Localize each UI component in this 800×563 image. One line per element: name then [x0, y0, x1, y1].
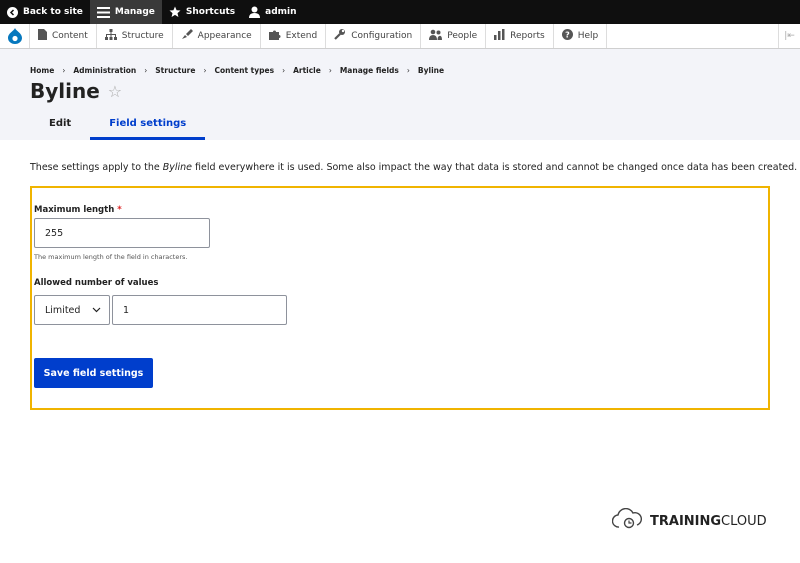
tray-item-label: Appearance: [197, 31, 252, 41]
max-length-label: Maximum length *: [34, 205, 122, 215]
brand-text-bold: TRAINING: [650, 513, 722, 529]
tray-item-content[interactable]: Content: [30, 24, 97, 48]
tab-edit[interactable]: Edit: [30, 118, 90, 140]
manage-tab[interactable]: Manage: [89, 0, 162, 24]
back-to-site-link[interactable]: Back to site: [0, 0, 90, 24]
brush-icon: [181, 29, 193, 43]
intro-text-end: field everywhere it is used. Some also i…: [192, 162, 798, 173]
breadcrumb: Home › Administration › Structure › Cont…: [30, 66, 444, 75]
bar-chart-icon: [494, 29, 505, 43]
page-header: Home › Administration › Structure › Cont…: [0, 49, 800, 140]
user-tab[interactable]: admin: [242, 0, 303, 24]
shortcut-star-icon[interactable]: ☆: [108, 82, 122, 101]
tray-item-appearance[interactable]: Appearance: [173, 24, 261, 48]
tab-field-settings[interactable]: Field settings: [90, 118, 206, 140]
breadcrumb-item[interactable]: Manage fields: [340, 66, 399, 75]
tray-spacer: [607, 24, 778, 48]
breadcrumb-separator: ›: [328, 66, 332, 75]
document-icon: [38, 29, 47, 43]
breadcrumb-separator: ›: [406, 66, 410, 75]
wrench-icon: [334, 29, 346, 43]
intro-field-name: Byline: [162, 162, 193, 173]
cardinality-label: Allowed number of values: [34, 278, 159, 288]
star-icon: [169, 6, 181, 18]
chevron-down-icon: [92, 305, 101, 316]
breadcrumb-item[interactable]: Content types: [214, 66, 274, 75]
shortcuts-tab[interactable]: Shortcuts: [162, 0, 242, 24]
field-settings-form: Maximum length * 255 The maximum length …: [30, 186, 770, 410]
tray-item-label: Extend: [285, 31, 318, 41]
page-title: Byline: [30, 79, 100, 103]
people-icon: [429, 29, 443, 43]
tray-item-label: Configuration: [351, 31, 413, 41]
collapse-tray-icon[interactable]: |⇤: [778, 24, 800, 48]
tray-item-extend[interactable]: Extend: [261, 24, 327, 48]
svg-text:?: ?: [565, 31, 570, 40]
sitemap-icon: [104, 29, 117, 43]
max-length-description: The maximum length of the field in chara…: [34, 253, 188, 261]
tray-item-reports[interactable]: Reports: [486, 24, 554, 48]
admin-toolbar: Back to site Manage Shortcuts admin: [0, 0, 800, 24]
help-icon: ?: [561, 29, 573, 43]
breadcrumb-item[interactable]: Structure: [155, 66, 195, 75]
drupal-logo-icon[interactable]: [0, 24, 30, 48]
shortcuts-label: Shortcuts: [185, 7, 236, 17]
tray-item-label: Help: [577, 31, 599, 41]
breadcrumb-item[interactable]: Home: [30, 66, 54, 75]
breadcrumb-separator: ›: [282, 66, 286, 75]
intro-text: These settings apply to the Byline field…: [30, 162, 797, 173]
back-arrow-icon: [7, 6, 18, 18]
tray-item-label: Structure: [121, 31, 164, 41]
cardinality-select-value: Limited: [45, 304, 81, 316]
cardinality-number-input[interactable]: 1: [112, 295, 287, 325]
required-marker: *: [117, 205, 122, 215]
user-label: admin: [265, 7, 297, 17]
tray-item-configuration[interactable]: Configuration: [326, 24, 422, 48]
max-length-label-text: Maximum length: [34, 205, 115, 215]
breadcrumb-item[interactable]: Administration: [73, 66, 136, 75]
cloud-icon: [611, 507, 643, 534]
breadcrumb-item-current: Byline: [417, 66, 445, 75]
tray-item-structure[interactable]: Structure: [97, 24, 173, 48]
tray-item-label: People: [447, 31, 478, 41]
breadcrumb-separator: ›: [203, 66, 207, 75]
max-length-input[interactable]: 255: [34, 218, 210, 248]
breadcrumb-separator: ›: [62, 66, 66, 75]
manage-label: Manage: [114, 7, 155, 17]
admin-tray: Content Structure Appearance Extend Conf…: [0, 24, 800, 49]
trainingcloud-logo: TRAININGCLOUD: [611, 507, 767, 534]
primary-tabs: Edit Field settings: [30, 118, 206, 140]
tray-item-people[interactable]: People: [421, 24, 487, 48]
brand-text: TRAININGCLOUD: [650, 514, 767, 529]
cardinality-select[interactable]: Limited: [34, 295, 110, 325]
breadcrumb-item[interactable]: Article: [293, 66, 321, 75]
brand-text-rest: CLOUD: [721, 513, 767, 529]
save-field-settings-button[interactable]: Save field settings: [34, 358, 153, 388]
back-to-site-label: Back to site: [23, 7, 83, 17]
tray-item-label: Content: [52, 31, 88, 41]
user-icon: [249, 6, 261, 18]
tray-item-label: Reports: [510, 31, 545, 41]
breadcrumb-separator: ›: [144, 66, 148, 75]
hamburger-icon: [96, 6, 110, 18]
puzzle-icon: [268, 29, 281, 43]
intro-text-start: These settings apply to the: [30, 162, 163, 173]
tray-item-help[interactable]: ? Help: [554, 24, 608, 48]
title-row: Byline ☆: [30, 79, 122, 103]
